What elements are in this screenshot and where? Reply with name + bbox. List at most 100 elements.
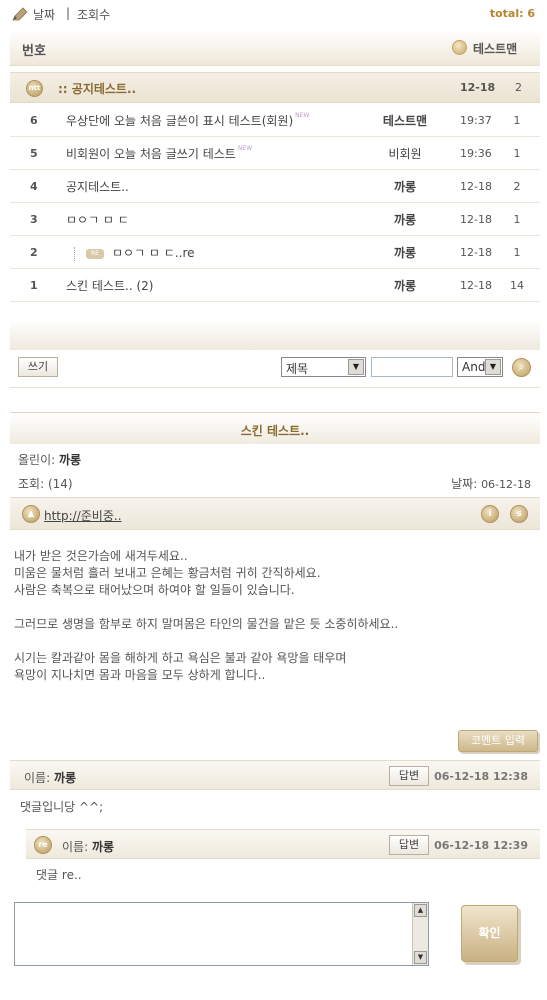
comment-textarea[interactable]: ▲ ▼ — [14, 902, 429, 966]
sort-bar: 날짜 | 조회수 total: 6 — [0, 0, 547, 28]
comment-header: re 이름: 까롱 답변 06-12-18 12:39 — [26, 829, 540, 859]
post-date: 12-18 — [460, 246, 492, 259]
post-title-link[interactable]: 우상단에 오늘 처음 글쓴이 표시 테스트(회원) NEW — [66, 112, 309, 129]
number-column-header: 번호 — [22, 44, 46, 59]
comment-date: 06-12-18 12:38 — [434, 770, 528, 783]
sort-by-date-link[interactable]: 날짜 — [33, 6, 55, 23]
table-row[interactable]: 3 ㅁㅇㄱ ㅁ ㄷ 까롱 12-18 1 — [10, 203, 540, 236]
post-views-info: 조회: (14) — [18, 475, 73, 492]
list-toolbar: 쓰기 제목 ▼ And ▼ ⌕ — [10, 350, 540, 388]
post-number: 3 — [30, 213, 38, 226]
scroll-up-icon[interactable]: ▲ — [414, 904, 427, 917]
secret-icon[interactable]: s — [510, 505, 528, 523]
comment-header: 이름: 까롱 답변 06-12-18 12:38 — [10, 760, 540, 790]
comment-reply-button[interactable]: 답변 — [389, 766, 429, 786]
post-date-info: 날짜: 06-12-18 — [451, 475, 531, 492]
list-footer-band — [10, 320, 540, 350]
notice-title-link[interactable]: :: 공지테스트.. — [58, 80, 136, 97]
post-body-line: 시기는 칼과같아 몸을 해하게 하고 욕심은 불과 같아 욕망을 태우며 — [14, 651, 347, 665]
search-input[interactable] — [371, 357, 453, 377]
scroll-down-icon[interactable]: ▼ — [414, 951, 427, 964]
post-title-link[interactable]: 공지테스트.. — [66, 178, 129, 195]
submit-comment-button[interactable]: 확인 — [461, 905, 518, 962]
views-label: 조회: — [18, 477, 45, 491]
comment-reply-button[interactable]: 답변 — [389, 835, 429, 855]
total-count: total: 6 — [489, 7, 535, 20]
post-number: 4 — [30, 180, 38, 193]
post-title-link[interactable]: RE ㅁㅇㄱ ㅁ ㄷ..re — [74, 244, 195, 261]
post-number: 1 — [30, 279, 38, 292]
post-date: 12-18 — [460, 180, 492, 193]
user-badge-icon — [452, 40, 467, 55]
post-number: 5 — [30, 147, 38, 160]
post-view-count: 14 — [510, 279, 524, 292]
comment-body: 댓글 re.. — [36, 868, 82, 882]
notice-row[interactable]: ntt :: 공지테스트.. 12-18 2 — [10, 72, 540, 103]
today-first-writer[interactable]: 테스트맨 — [473, 40, 517, 57]
table-row[interactable]: 1 스킨 테스트.. (2) 까롱 12-18 14 — [10, 269, 540, 302]
post-author-name[interactable]: 까롱 — [59, 453, 81, 467]
comment-author: 이름: 까롱 — [62, 840, 115, 854]
date-label: 날짜: — [451, 477, 478, 491]
chevron-down-icon: ▼ — [485, 359, 501, 375]
post-view-count: 1 — [513, 114, 521, 127]
comment-author: 이름: 까롱 — [24, 771, 77, 785]
post-views: (14) — [47, 477, 73, 491]
sort-by-views-link[interactable]: 조회수 — [77, 6, 110, 23]
post-date: 19:36 — [460, 147, 492, 160]
post-title-link[interactable]: ㅁㅇㄱ ㅁ ㄷ — [66, 211, 129, 228]
post-date: 12-18 — [460, 213, 492, 226]
post-homepage-link[interactable]: http://준비중.. — [44, 507, 122, 524]
post-title: 스킨 테스트.. — [240, 424, 310, 438]
post-link-row: ▲ http://준비중.. i s — [10, 497, 540, 530]
pencil-icon — [12, 7, 28, 21]
post-author[interactable]: 비회원 — [370, 145, 440, 162]
post-author[interactable]: 까롱 — [370, 211, 440, 228]
table-row[interactable]: 5 비회원이 오늘 처음 글쓰기 테스트 NEW 비회원 19:36 1 — [10, 137, 540, 170]
notice-icon: ntt — [26, 80, 43, 97]
post-body-line: 사람은 축복으로 태어났으며 하여야 할 일들이 있습니다. — [14, 583, 295, 597]
search-logic-select[interactable]: And ▼ — [457, 357, 503, 377]
post-author[interactable]: 까롱 — [370, 178, 440, 195]
post-view-count: 1 — [513, 213, 521, 226]
notice-view-count: 2 — [515, 81, 522, 94]
post-view-header: 스킨 테스트.. — [10, 412, 540, 444]
post-body-line: 미움은 물처럼 흘러 보내고 은혜는 황금처럼 귀히 간직하세요. — [14, 566, 321, 580]
post-date: 12-18 — [460, 279, 492, 292]
link-home-icon[interactable]: ▲ — [22, 505, 40, 523]
post-view-count: 1 — [513, 246, 521, 259]
comment-input-button[interactable]: 코멘트 입력 — [458, 730, 538, 752]
post-body-line: 그러므로 생명을 함부로 하지 말며몸은 타인의 물건을 맡은 듯 소중히하세요… — [14, 617, 399, 631]
post-view-count: 2 — [513, 180, 521, 193]
post-author[interactable]: 까롱 — [370, 244, 440, 261]
post-body-line: 내가 받은 것은가슴에 새겨두세요.. — [14, 549, 188, 563]
post-date: 19:37 — [460, 114, 492, 127]
post-author[interactable]: 테스트맨 — [370, 112, 440, 129]
post-number: 2 — [30, 246, 38, 259]
table-row[interactable]: 6 우상단에 오늘 처음 글쓴이 표시 테스트(회원) NEW 테스트맨 19:3… — [10, 104, 540, 137]
search-field-select[interactable]: 제목 ▼ — [281, 357, 366, 377]
sort-separator: | — [66, 6, 71, 20]
chevron-down-icon: ▼ — [348, 359, 364, 375]
table-row[interactable]: 2 RE ㅁㅇㄱ ㅁ ㄷ..re 까롱 12-18 1 — [10, 236, 540, 269]
textarea-scrollbar[interactable]: ▲ ▼ — [412, 903, 428, 965]
post-number: 6 — [30, 114, 38, 127]
post-title-link[interactable]: 스킨 테스트.. (2) — [66, 277, 153, 294]
author-label: 올린이: — [18, 453, 56, 467]
info-icon[interactable]: i — [481, 505, 499, 523]
reply-comment-icon: re — [34, 836, 52, 854]
post-author-info: 올린이: 까롱 — [18, 451, 81, 468]
post-author[interactable]: 까롱 — [370, 277, 440, 294]
post-view-count: 1 — [513, 147, 521, 160]
search-icon[interactable]: ⌕ — [512, 358, 531, 377]
notice-date: 12-18 — [460, 81, 496, 94]
post-date-value: 06-12-18 — [481, 478, 531, 491]
table-row[interactable]: 4 공지테스트.. 까롱 12-18 2 — [10, 170, 540, 203]
new-badge: NEW — [295, 112, 310, 119]
post-title-link[interactable]: 비회원이 오늘 처음 글쓰기 테스트 NEW — [66, 145, 252, 162]
comment-body: 댓글입니당 ^^; — [20, 800, 104, 814]
post-body-line: 욕망이 지나치면 몸과 마음을 모두 상하게 합니다.. — [14, 668, 266, 682]
write-button[interactable]: 쓰기 — [18, 357, 58, 377]
new-badge: NEW — [237, 145, 253, 152]
reply-tag-icon: RE — [86, 248, 104, 259]
